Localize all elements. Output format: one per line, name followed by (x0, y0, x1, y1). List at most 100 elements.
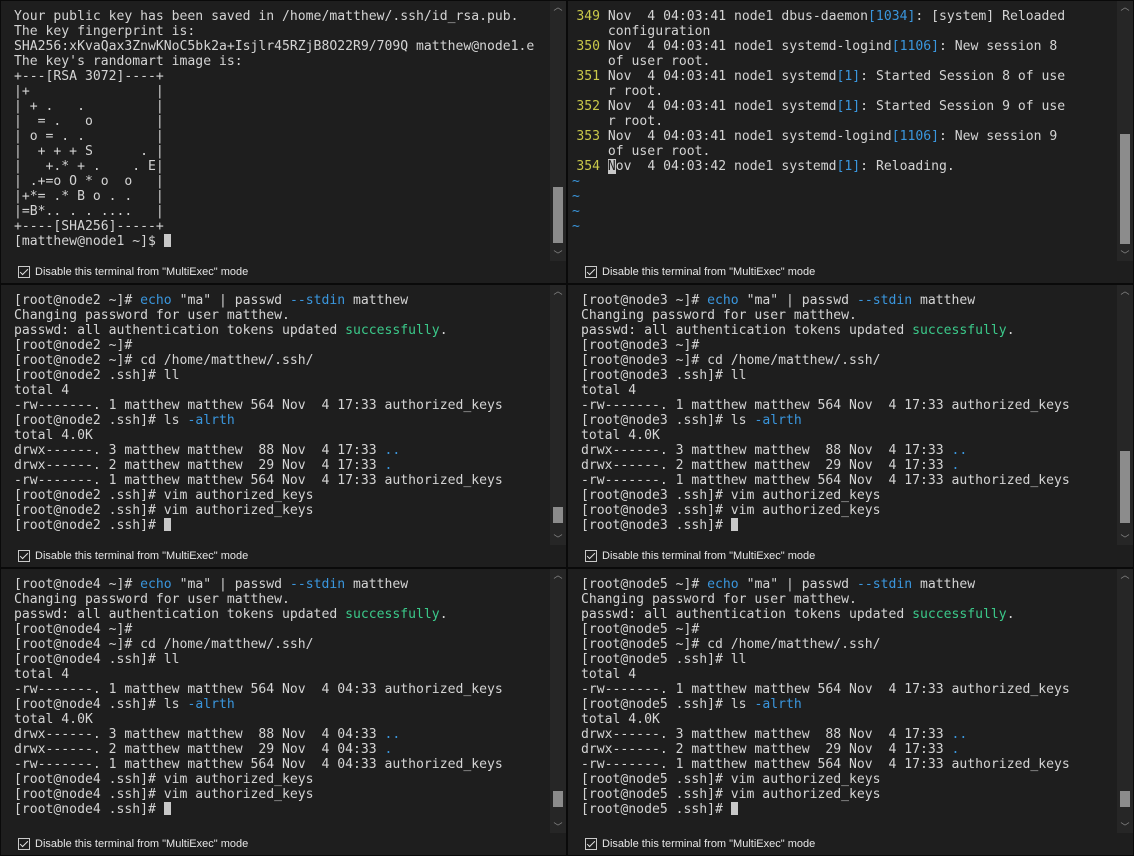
vertical-scrollbar[interactable]: ︿ ﹀ (1117, 569, 1133, 835)
terminal-line: | .+=o O * o o | (14, 174, 164, 189)
log-text: Nov 4 04:03:41 node1 systemd-logind (607, 129, 892, 144)
line-text: [root@node2 .ssh]# (14, 518, 164, 533)
line-text: total 4.0K (14, 428, 93, 443)
terminal-line: +---[RSA 3072]----+ (14, 69, 164, 84)
terminal-prompt-line[interactable]: [root@node5 .ssh]# (581, 802, 1117, 817)
terminal-pane-node5[interactable]: [root@node5 ~]# echo "ma" | passwd --std… (567, 568, 1134, 856)
highlighted-token: echo (707, 577, 739, 592)
terminal-prompt-line[interactable]: [matthew@node1 ~]$ (14, 234, 550, 249)
vertical-scrollbar[interactable]: ︿ ﹀ (550, 285, 566, 547)
line-text: [root@node4 ~]# (14, 622, 133, 637)
vertical-scrollbar[interactable]: ︿ ﹀ (1117, 1, 1133, 263)
line-text: [root@node5 ~]# (581, 577, 708, 592)
line-text: total 4 (14, 667, 70, 682)
scroll-up-arrow-icon[interactable]: ︿ (1117, 1, 1133, 15)
checkbox-checked-icon[interactable] (18, 266, 30, 278)
line-text: [root@node2 ~]# (14, 293, 141, 308)
line-text: -rw-------. 1 matthew matthew 564 Nov 4 … (14, 757, 503, 772)
terminal-output-node1[interactable]: Your public key has been saved in /home/… (1, 1, 550, 255)
highlighted-token: . (384, 458, 393, 473)
terminal-prompt-line[interactable]: [root@node4 .ssh]# (14, 802, 550, 817)
log-message: : New session 9 (939, 129, 1058, 144)
scrollbar-thumb[interactable] (553, 791, 563, 807)
success-text: successfully (345, 323, 440, 338)
line-text: [root@node5 ~]# (581, 622, 700, 637)
terminal-output-vim[interactable]: 349 Nov 4 04:03:41 node1 dbus-daemon[103… (568, 1, 1117, 255)
line-text: [root@node3 ~]# (581, 293, 708, 308)
line-text: Changing password for user matthew. (581, 592, 857, 607)
terminal-pane-node1[interactable]: Your public key has been saved in /home/… (0, 0, 567, 284)
multiexec-toggle[interactable]: Disable this terminal from "MultiExec" m… (1, 545, 566, 567)
scrollbar-thumb[interactable] (1120, 791, 1130, 807)
line-text: passwd: all authentication tokens update… (14, 607, 346, 622)
terminal-line: [root@node5 .ssh]# vim authorized_keys (581, 772, 1117, 787)
checkbox-checked-icon[interactable] (585, 838, 597, 850)
line-text: Changing password for user matthew. (14, 308, 290, 323)
terminal-output-node4[interactable]: [root@node4 ~]# echo "ma" | passwd --std… (1, 569, 550, 823)
line-text: [root@node2 .ssh]# ll (14, 368, 180, 383)
checkbox-checked-icon[interactable] (18, 838, 30, 850)
log-text: Nov 4 04:03:41 node1 dbus-daemon (607, 9, 869, 24)
scrollbar-thumb[interactable] (1120, 451, 1130, 523)
multiexec-toggle[interactable]: Disable this terminal from "MultiExec" m… (1, 833, 566, 855)
terminal-line: The key's randomart image is: (14, 54, 243, 69)
terminal-line: passwd: all authentication tokens update… (14, 607, 550, 622)
scrollbar-thumb[interactable] (553, 507, 563, 523)
terminal-prompt-line[interactable]: [root@node3 .ssh]# (581, 518, 1117, 533)
checkbox-checked-icon[interactable] (585, 266, 597, 278)
terminal-line: |+ | (14, 84, 164, 99)
checkbox-checked-icon[interactable] (18, 550, 30, 562)
terminal-pane-node4[interactable]: [root@node4 ~]# echo "ma" | passwd --std… (0, 568, 567, 856)
line-text: -rw-------. 1 matthew matthew 564 Nov 4 … (581, 682, 1070, 697)
multiexec-toggle[interactable]: Disable this terminal from "MultiExec" m… (568, 545, 1133, 567)
multiexec-toggle-label: Disable this terminal from "MultiExec" m… (35, 550, 249, 562)
vim-empty-line-marker: ~ (572, 174, 580, 189)
vim-log-line: 349 Nov 4 04:03:41 node1 dbus-daemon[103… (572, 9, 1117, 24)
terminal-line: [root@node3 ~]# echo "ma" | passwd --std… (581, 293, 1117, 308)
vim-log-line: of user root. (572, 144, 1117, 159)
terminal-line: [root@node4 .ssh]# ll (14, 652, 550, 667)
terminal-prompt-line[interactable]: [root@node2 .ssh]# (14, 518, 550, 533)
scroll-up-arrow-icon[interactable]: ︿ (550, 285, 566, 299)
log-message: : [system] Reloaded (915, 9, 1066, 24)
line-text: "ma" | passwd (171, 293, 290, 308)
multiexec-toggle[interactable]: Disable this terminal from "MultiExec" m… (568, 261, 1133, 283)
scroll-up-arrow-icon[interactable]: ︿ (550, 569, 566, 583)
line-text: total 4 (581, 667, 637, 682)
log-text: Nov 4 04:03:41 node1 systemd (607, 69, 837, 84)
terminal-output-node2[interactable]: [root@node2 ~]# echo "ma" | passwd --std… (1, 285, 550, 539)
checkbox-checked-icon[interactable] (585, 550, 597, 562)
scrollbar-thumb[interactable] (1120, 134, 1130, 244)
log-text: Nov 4 04:03:41 node1 systemd-logind (607, 39, 892, 54)
line-text: total 4 (581, 383, 637, 398)
scroll-up-arrow-icon[interactable]: ︿ (1117, 569, 1133, 583)
line-text: drwx------. 3 matthew matthew 88 Nov 4 1… (14, 443, 385, 458)
log-text: ov 4 04:03:42 node1 systemd (615, 159, 837, 174)
terminal-line: |+*= .* B o . . | (14, 189, 164, 204)
terminal-output-node3[interactable]: [root@node3 ~]# echo "ma" | passwd --std… (568, 285, 1117, 539)
terminal-line: -rw-------. 1 matthew matthew 564 Nov 4 … (581, 473, 1117, 488)
line-text: . (439, 323, 448, 338)
vertical-scrollbar[interactable]: ︿ ﹀ (550, 569, 566, 835)
vertical-scrollbar[interactable]: ︿ ﹀ (1117, 285, 1133, 547)
vim-log-line: 353 Nov 4 04:03:41 node1 systemd-logind[… (572, 129, 1117, 144)
terminal-output-node5[interactable]: [root@node5 ~]# echo "ma" | passwd --std… (568, 569, 1117, 823)
highlighted-token: --stdin (856, 577, 913, 592)
terminal-line: total 4.0K (581, 712, 1117, 727)
terminal-pane-vim-log[interactable]: 349 Nov 4 04:03:41 node1 dbus-daemon[103… (567, 0, 1134, 284)
multiexec-toggle[interactable]: Disable this terminal from "MultiExec" m… (1, 261, 566, 283)
scroll-up-arrow-icon[interactable]: ︿ (550, 1, 566, 15)
terminal-pane-node3[interactable]: [root@node3 ~]# echo "ma" | passwd --std… (567, 284, 1134, 568)
multiexec-toggle[interactable]: Disable this terminal from "MultiExec" m… (568, 833, 1133, 855)
vertical-scrollbar[interactable]: ︿ ﹀ (550, 1, 566, 263)
line-text: drwx------. 2 matthew matthew 29 Nov 4 1… (581, 742, 952, 757)
scroll-up-arrow-icon[interactable]: ︿ (1117, 285, 1133, 299)
terminal-line: drwx------. 2 matthew matthew 29 Nov 4 1… (14, 458, 550, 473)
terminal-line: [root@node5 .ssh]# vim authorized_keys (581, 787, 1117, 802)
line-text: total 4.0K (581, 712, 660, 727)
line-text: [root@node3 ~]# cd /home/matthew/.ssh/ (581, 353, 881, 368)
log-text: configuration (607, 24, 711, 39)
terminal-pane-node2[interactable]: [root@node2 ~]# echo "ma" | passwd --std… (0, 284, 567, 568)
line-number: 352 (576, 99, 600, 114)
scrollbar-thumb[interactable] (553, 187, 563, 243)
